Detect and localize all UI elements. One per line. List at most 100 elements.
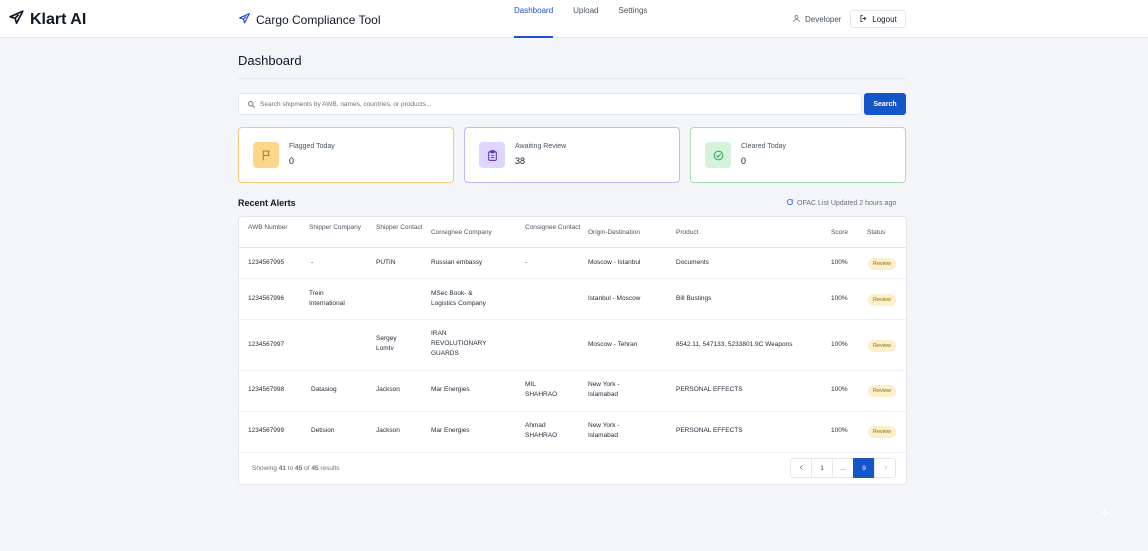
column-header-status[interactable]: Status	[867, 228, 885, 238]
table-row[interactable]: 1234567995 - PUTIN Russian embassy - Mos…	[239, 248, 906, 279]
user-icon	[792, 14, 801, 25]
cell-route: Moscow - Istanbul	[588, 259, 641, 266]
main-nav: Dashboard Upload Settings	[514, 0, 647, 38]
table-header: AWB Number Shipper Company Shipper Conta…	[239, 217, 906, 248]
cell-consignee-contact: Ahmad SHAHRAO	[525, 422, 558, 439]
cell-consignee-company: Mar Energies	[431, 427, 470, 434]
tab-dashboard[interactable]: Dashboard	[514, 0, 554, 38]
cell-score: 100%	[831, 386, 848, 393]
cell-shipper-company: Trein International	[309, 290, 345, 307]
cell-consignee-company: Mar Energies	[431, 386, 470, 393]
clipboard-icon	[479, 142, 505, 168]
summary-from: 41	[278, 465, 286, 472]
cell-consignee-contact: MIL SHAHRAO	[525, 381, 558, 398]
cell-shipper-contact: PUTIN	[376, 259, 396, 266]
check-circle-icon	[705, 142, 731, 168]
table-row[interactable]: 1234567997 Sergey Lomtv IRAN REVOLUTIONA…	[239, 320, 906, 371]
cell-consignee-company: MSec Book- & Logistics Company	[431, 290, 486, 307]
column-header-awb[interactable]: AWB Number	[248, 223, 288, 233]
section-title-recent-alerts: Recent Alerts	[238, 198, 296, 208]
summary-unit: results	[320, 465, 340, 472]
next-page-button[interactable]	[874, 458, 896, 478]
search-bar	[238, 93, 862, 115]
column-header-product[interactable]: Product	[676, 228, 698, 238]
tab-upload[interactable]: Upload	[573, 0, 598, 38]
cell-route: Istanbul - Moscow	[588, 295, 641, 302]
table-row[interactable]: 1234567996 Trein International MSec Book…	[239, 279, 906, 320]
cell-route: Moscow - Tehran	[588, 341, 638, 348]
page-button-9[interactable]: 9	[853, 458, 875, 478]
top-navbar: Klart AI Cargo Compliance Tool Dashboard…	[0, 0, 1148, 38]
column-header-shipper-company[interactable]: Shipper Company	[309, 223, 361, 233]
stat-value: 0	[741, 156, 747, 166]
ofac-status: OFAC List Updated 2 hours ago	[786, 198, 907, 208]
cell-product: 8542.11, 547133, 5233801.9C Weapons	[676, 341, 793, 348]
status-badge: Review	[868, 258, 897, 270]
status-badge: Review	[868, 426, 897, 438]
search-input[interactable]	[260, 94, 858, 114]
alerts-table: AWB Number Shipper Company Shipper Conta…	[238, 216, 907, 485]
logout-button[interactable]: Logout	[850, 10, 906, 28]
cell-score: 100%	[831, 341, 848, 348]
cell-awb: 1234567996	[248, 295, 285, 302]
cell-shipper-contact: Sergey Lomtv	[376, 335, 397, 352]
cell-shipper-contact: Jackson	[376, 386, 400, 393]
plane-icon	[238, 12, 251, 28]
column-header-score[interactable]: Score	[831, 228, 848, 238]
table-row[interactable]: 1234567999 Detision Jackson Mar Energies…	[239, 412, 906, 453]
cell-consignee-company: Russian embassy	[431, 259, 483, 266]
cell-shipper-company: Detision	[311, 427, 335, 434]
stat-card-awaiting[interactable]: Awaiting Review 38	[464, 127, 680, 183]
flag-icon	[253, 142, 279, 168]
brand-name: Klart AI	[30, 11, 87, 28]
chevron-left-icon	[798, 464, 805, 473]
status-badge: Review	[868, 294, 897, 306]
cell-awb: 1234567997	[248, 341, 285, 348]
page-button-1[interactable]: 1	[811, 458, 833, 478]
summary-prefix: Showing	[252, 465, 277, 472]
plane-icon	[8, 9, 25, 31]
page-ellipsis: ...	[832, 458, 854, 478]
cell-awb: 1234567995	[248, 259, 285, 266]
cell-product: PERSONAL EFFECTS	[676, 427, 743, 434]
column-header-consignee-company[interactable]: Consignee Company	[431, 228, 492, 238]
chevron-right-icon	[882, 464, 889, 473]
stat-label: Flagged Today	[289, 143, 335, 150]
cell-awb: 1234567999	[248, 427, 285, 434]
cell-product: Bill Bustings	[676, 295, 712, 302]
column-header-route[interactable]: Origin-Destination	[588, 228, 640, 238]
summary-to: 45	[295, 465, 303, 472]
pagination-summary: Showing 41 to 45 of 45 results	[252, 465, 340, 472]
ofac-status-text: OFAC List Updated 2 hours ago	[797, 199, 897, 207]
brand-logo[interactable]: Klart AI	[8, 9, 86, 31]
cell-product: PERSONAL EFFECTS	[676, 386, 743, 393]
cell-consignee-company: IRAN REVOLUTIONARY GUARDS	[431, 330, 487, 357]
page-title: Dashboard	[238, 53, 302, 68]
stat-card-flagged[interactable]: Flagged Today 0	[238, 127, 454, 183]
cell-shipper-company: -	[311, 259, 314, 266]
column-header-consignee-contact[interactable]: Consignee Contact	[525, 223, 580, 233]
sparkle-icon	[1094, 502, 1116, 524]
app-title: Cargo Compliance Tool	[238, 12, 381, 28]
app-title-text: Cargo Compliance Tool	[256, 13, 381, 27]
refresh-icon[interactable]	[786, 198, 794, 208]
stat-card-cleared[interactable]: Cleared Today 0	[690, 127, 906, 183]
column-header-shipper-contact[interactable]: Shipper Contact	[376, 223, 423, 233]
user-name: Developer	[805, 15, 842, 24]
cell-shipper-company: Datasiog	[311, 386, 337, 393]
search-button[interactable]: Search	[864, 93, 906, 115]
prev-page-button[interactable]	[790, 458, 812, 478]
summary-to-word: to	[287, 465, 294, 472]
stat-label: Awaiting Review	[515, 143, 567, 150]
tab-settings[interactable]: Settings	[619, 0, 648, 38]
cell-score: 100%	[831, 427, 848, 434]
user-menu[interactable]: Developer	[792, 14, 841, 25]
summary-of-word: of	[304, 465, 310, 472]
pagination: 1 ... 9	[790, 458, 896, 478]
table-row[interactable]: 1234567998 Datasiog Jackson Mar Energies…	[239, 371, 906, 412]
status-badge: Review	[868, 385, 897, 397]
cell-score: 100%	[831, 295, 848, 302]
cell-consignee-contact: -	[525, 259, 528, 266]
cell-route: New York - Islamabad	[588, 422, 620, 439]
stat-value: 38	[515, 156, 526, 166]
